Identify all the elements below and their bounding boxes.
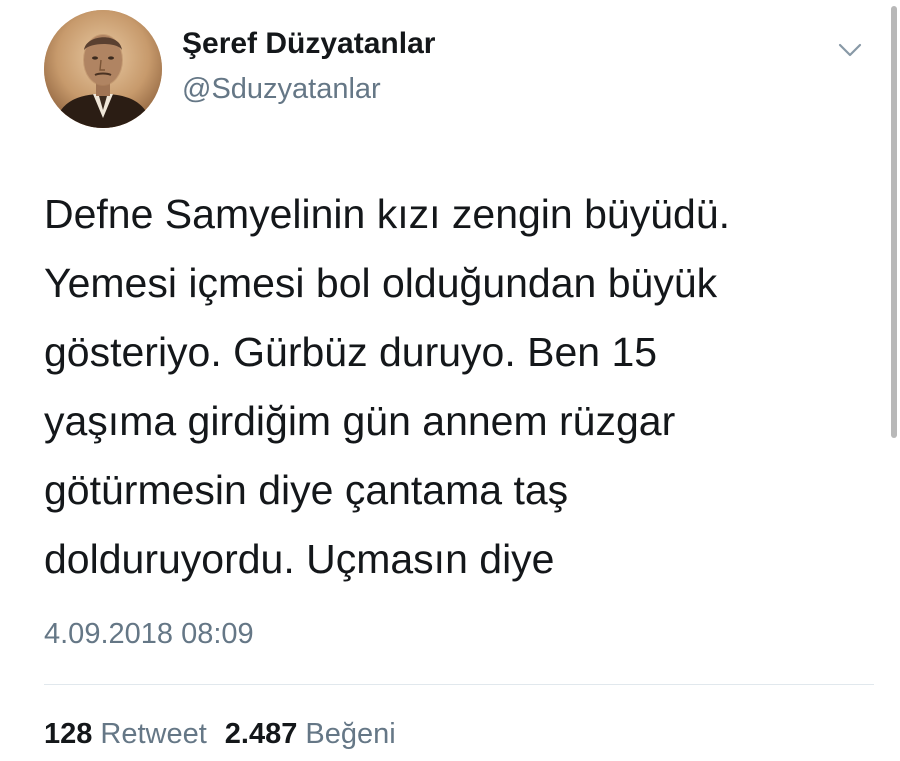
likes-stat[interactable]: 2.487 Beğeni — [225, 716, 396, 752]
tweet-menu-button[interactable] — [834, 38, 866, 62]
author-display-name[interactable]: Şeref Düzyatanlar — [182, 26, 435, 62]
tweet-text-line: Yemesi içmesi bol olduğundan büyük — [44, 260, 718, 306]
retweets-stat[interactable]: 128 Retweet — [44, 716, 207, 752]
like-count: 2.487 — [224, 718, 298, 750]
retweet-label: Retweet — [100, 718, 207, 750]
tweet-text-line: Defne Samyelinin kızı zengin büyüdü. — [44, 191, 731, 237]
vintage-portrait-avatar-icon — [44, 10, 162, 128]
scrollbar-thumb[interactable] — [891, 6, 897, 438]
tweet-text: Defne Samyelinin kızı zengin büyüdü. Yem… — [44, 180, 844, 594]
tweet-text-line: gösteriyo. Gürbüz duruyo. Ben 15 — [44, 329, 658, 375]
tweet-card: Şeref Düzyatanlar @Sduzyatanlar Defne Sa… — [0, 0, 900, 761]
tweet-timestamp[interactable]: 4.09.2018 08:09 — [44, 616, 254, 652]
author-avatar[interactable] — [44, 10, 162, 128]
chevron-down-icon — [838, 43, 862, 57]
tweet-text-line: dolduruyordu. Uçmasın diye — [44, 536, 555, 582]
tweet-text-line: götürmesin diye çantama taş — [44, 467, 569, 513]
divider — [44, 684, 874, 685]
like-label: Beğeni — [305, 718, 396, 750]
retweet-count: 128 — [44, 718, 93, 750]
tweet-text-line: yaşıma girdiğim gün annem rüzgar — [44, 398, 676, 444]
author-handle[interactable]: @Sduzyatanlar — [182, 72, 381, 106]
tweet-stats: 128 Retweet 2.487 Beğeni — [44, 716, 414, 752]
